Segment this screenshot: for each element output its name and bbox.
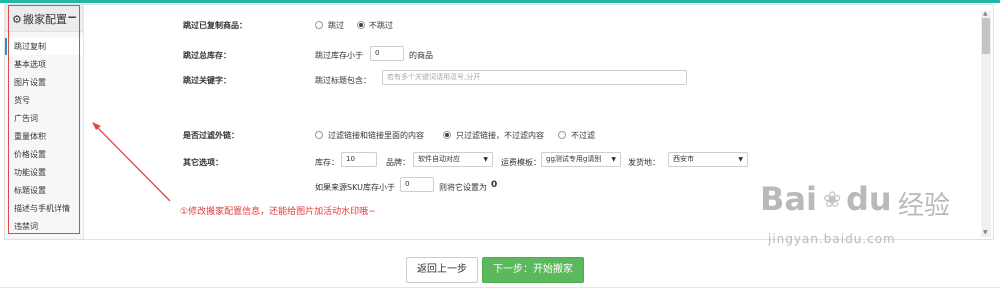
paw-icon: ❀ (823, 188, 842, 213)
next-start-move-button[interactable]: 下一步：开始搬家 (482, 257, 584, 283)
watermark-brand-2: du (846, 180, 892, 218)
footer-divider (0, 287, 1000, 288)
arrow-line (95, 125, 171, 202)
watermark-brand: Bai (760, 180, 817, 218)
watermark-brand-cn: 经验 (898, 191, 951, 221)
watermark-url: jingyan.baidu.com (768, 232, 896, 246)
annotation-note: ①修改搬家配置信息，还能给图片加活动水印哦~ (180, 207, 376, 217)
baidu-jingyan-watermark: Bai ❀ du 经验 jingyan.baidu.com (760, 176, 990, 276)
back-button[interactable]: 返回上一步 (406, 257, 478, 283)
